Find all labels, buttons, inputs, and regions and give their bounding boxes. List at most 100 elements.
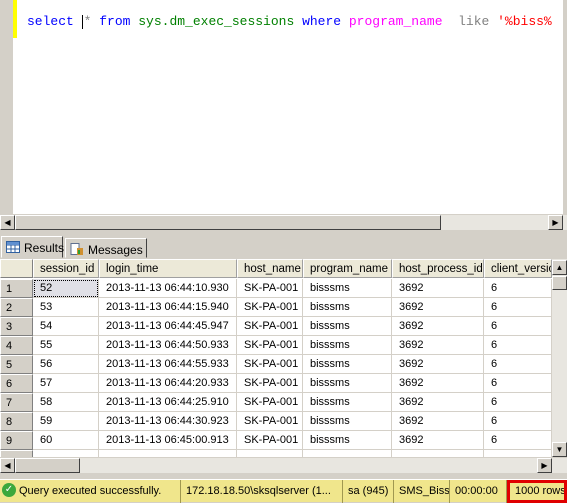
cell[interactable]: SK-PA-001 — [237, 374, 303, 393]
cell[interactable]: 2013-11-13 06:44:10.930 — [99, 279, 237, 298]
cell[interactable]: SK-PA-001 — [237, 336, 303, 355]
column-header[interactable]: client_version — [484, 259, 552, 278]
cell[interactable]: bisssms — [303, 374, 392, 393]
cell[interactable]: 59 — [33, 412, 99, 431]
cell[interactable]: 2013-11-13 06:44:15.940 — [99, 298, 237, 317]
table-row: 9 60 2013-11-13 06:45:00.913 SK-PA-001 bisss… — [0, 431, 552, 450]
cell[interactable]: 6 — [484, 279, 552, 298]
cell[interactable]: 56 — [33, 355, 99, 374]
column-header[interactable]: host_name — [237, 259, 303, 278]
cell[interactable]: 6 — [484, 412, 552, 431]
cell[interactable]: 6 — [484, 431, 552, 450]
cell[interactable]: SK-PA-001 — [237, 393, 303, 412]
results-grid[interactable]: session_id login_time host_name program_nam… — [0, 259, 552, 457]
cell[interactable]: 54 — [33, 317, 99, 336]
row-number[interactable]: 9 — [0, 431, 33, 450]
table-row: 8 59 2013-11-13 06:44:30.923 SK-PA-001 bisss… — [0, 412, 552, 431]
cell[interactable]: SK-PA-001 — [237, 298, 303, 317]
cell[interactable]: bisssms — [303, 298, 392, 317]
query-text[interactable]: select * from sys.dm_exec_sessions where… — [27, 14, 552, 29]
cell[interactable]: bisssms — [303, 355, 392, 374]
grid-vertical-scrollbar[interactable]: ▲ ▼ — [552, 259, 567, 457]
cell[interactable]: 2013-11-13 06:45:00.913 — [99, 431, 237, 450]
corner-cell[interactable] — [0, 259, 33, 278]
cell[interactable]: 57 — [33, 374, 99, 393]
cell[interactable]: SK-PA-001 — [237, 431, 303, 450]
cell[interactable] — [484, 450, 552, 457]
cell[interactable]: 55 — [33, 336, 99, 355]
table-row: 5 56 2013-11-13 06:44:55.933 SK-PA-001 bisss… — [0, 355, 552, 374]
cell[interactable]: 2013-11-13 06:44:30.923 — [99, 412, 237, 431]
cell[interactable]: 53 — [33, 298, 99, 317]
cell[interactable] — [392, 450, 484, 457]
cell[interactable]: 2013-11-13 06:44:20.933 — [99, 374, 237, 393]
column-header[interactable]: session_id — [33, 259, 99, 278]
cell[interactable]: SK-PA-001 — [237, 412, 303, 431]
scroll-right-icon[interactable]: ▶ — [537, 458, 552, 473]
cell[interactable]: SK-PA-001 — [237, 317, 303, 336]
row-number[interactable]: 8 — [0, 412, 33, 431]
row-number[interactable]: 4 — [0, 336, 33, 355]
cell[interactable]: 52 — [33, 279, 99, 298]
cell[interactable] — [237, 450, 303, 457]
cell[interactable]: 3692 — [392, 336, 484, 355]
cell[interactable]: 6 — [484, 374, 552, 393]
column-header[interactable]: host_process_id — [392, 259, 484, 278]
cell[interactable]: 2013-11-13 06:44:55.933 — [99, 355, 237, 374]
cell[interactable]: SK-PA-001 — [237, 355, 303, 374]
grid-horizontal-scrollbar[interactable]: ◀ ▶ — [0, 457, 567, 473]
cell[interactable]: bisssms — [303, 412, 392, 431]
cell[interactable] — [33, 450, 99, 457]
cell[interactable]: 6 — [484, 336, 552, 355]
cell[interactable]: 3692 — [392, 355, 484, 374]
cell[interactable]: bisssms — [303, 393, 392, 412]
cell[interactable]: 3692 — [392, 412, 484, 431]
scroll-thumb[interactable] — [15, 215, 441, 230]
cell[interactable]: 2013-11-13 06:44:50.933 — [99, 336, 237, 355]
cell[interactable] — [303, 450, 392, 457]
cell[interactable] — [99, 450, 237, 457]
scroll-right-icon[interactable]: ▶ — [548, 215, 563, 230]
scroll-thumb[interactable] — [15, 458, 80, 473]
row-number[interactable]: 3 — [0, 317, 33, 336]
scroll-left-icon[interactable]: ◀ — [0, 215, 15, 230]
cell[interactable]: bisssms — [303, 279, 392, 298]
row-number[interactable]: 1 — [0, 279, 33, 298]
tab-results[interactable]: Results — [1, 236, 64, 258]
cell[interactable]: 3692 — [392, 374, 484, 393]
row-number[interactable]: 7 — [0, 393, 33, 412]
cell[interactable]: 58 — [33, 393, 99, 412]
cell[interactable]: 6 — [484, 355, 552, 374]
scroll-up-icon[interactable]: ▲ — [552, 260, 567, 275]
cell[interactable]: 3692 — [392, 431, 484, 450]
scroll-left-icon[interactable]: ◀ — [0, 458, 15, 473]
cell[interactable]: 6 — [484, 393, 552, 412]
star: * — [83, 14, 100, 29]
cell[interactable]: SK-PA-001 — [237, 279, 303, 298]
tab-messages[interactable]: Messages — [65, 238, 147, 258]
cell[interactable]: 6 — [484, 298, 552, 317]
scroll-down-icon[interactable]: ▼ — [552, 442, 567, 457]
query-editor[interactable]: select * from sys.dm_exec_sessions where… — [0, 0, 567, 214]
cell[interactable]: bisssms — [303, 431, 392, 450]
cell[interactable]: 3692 — [392, 393, 484, 412]
column-header[interactable]: login_time — [99, 259, 237, 278]
cell[interactable]: 3692 — [392, 317, 484, 336]
cell[interactable]: 3692 — [392, 298, 484, 317]
table-row — [0, 450, 552, 457]
editor-vertical-scrollbar[interactable] — [563, 0, 567, 214]
column-header[interactable]: program_name — [303, 259, 392, 278]
editor-horizontal-scrollbar[interactable]: ◀ ▶ — [0, 214, 567, 230]
cell[interactable]: 2013-11-13 06:44:25.910 — [99, 393, 237, 412]
row-number[interactable]: 2 — [0, 298, 33, 317]
cell[interactable]: 6 — [484, 317, 552, 336]
cell[interactable]: bisssms — [303, 336, 392, 355]
cell[interactable]: 60 — [33, 431, 99, 450]
row-number[interactable] — [0, 450, 33, 457]
cell[interactable]: 2013-11-13 06:44:45.947 — [99, 317, 237, 336]
cell[interactable]: 3692 — [392, 279, 484, 298]
row-number[interactable]: 6 — [0, 374, 33, 393]
cell[interactable]: bisssms — [303, 317, 392, 336]
row-number[interactable]: 5 — [0, 355, 33, 374]
scroll-thumb[interactable] — [552, 276, 567, 290]
